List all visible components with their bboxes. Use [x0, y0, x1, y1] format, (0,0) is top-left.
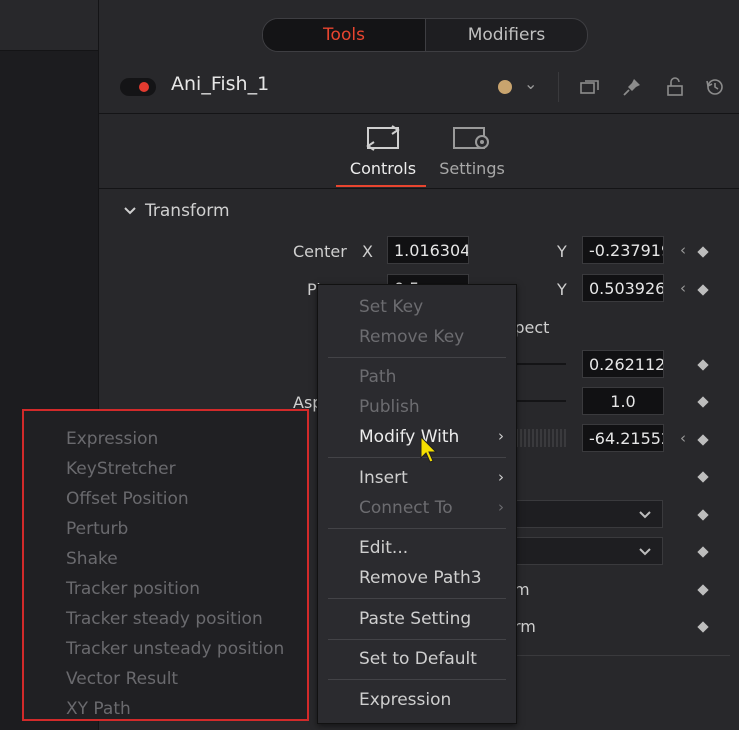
chevron-right-icon: ›: [498, 427, 504, 445]
flatten-transform-label: rm: [514, 617, 536, 636]
tool-color-swatch[interactable]: [498, 80, 512, 94]
menu-item-remove-path3[interactable]: Remove Path3: [359, 568, 482, 588]
size-slider[interactable]: [516, 363, 566, 365]
tab-settings[interactable]: Settings: [432, 120, 512, 186]
submenu-item-offset-position[interactable]: Offset Position: [66, 489, 189, 509]
menu-separator: [328, 679, 506, 680]
menu-item-paste-setting[interactable]: Paste Setting: [359, 609, 471, 629]
center-x-field[interactable]: 1.016304: [387, 236, 469, 264]
menu-separator: [328, 598, 506, 599]
menu-item-remove-key[interactable]: Remove Key: [359, 327, 464, 347]
tab-settings-label: Settings: [439, 159, 505, 178]
menu-item-connect-to[interactable]: Connect To: [359, 498, 453, 518]
settings-icon: [453, 127, 489, 149]
filter-dropdown[interactable]: [514, 537, 663, 565]
chevron-down-icon: [639, 548, 651, 556]
tab-controls-label: Controls: [349, 159, 417, 178]
menu-item-insert[interactable]: Insert: [359, 468, 408, 488]
controls-icon: [366, 125, 400, 151]
tool-name: Ani_Fish_1: [171, 73, 270, 95]
record-toggle-icon[interactable]: [120, 78, 156, 96]
center-y-field[interactable]: -0.237919: [582, 236, 664, 264]
angle-thumbwheel[interactable]: [516, 429, 566, 447]
keyframe-prev-icon[interactable]: ‹: [680, 429, 686, 447]
edges-dropdown[interactable]: [514, 500, 663, 528]
tab-controls[interactable]: Controls: [340, 120, 426, 186]
menu-item-set-key[interactable]: Set Key: [359, 297, 423, 317]
menu-separator: [328, 528, 506, 529]
center-y-label: Y: [557, 242, 567, 261]
menu-item-set-to-default[interactable]: Set to Default: [359, 649, 477, 669]
menu-separator: [328, 357, 506, 358]
submenu-item-tracker-unsteady-position[interactable]: Tracker unsteady position: [66, 639, 284, 659]
menu-item-modify-with[interactable]: Modify With: [359, 427, 459, 447]
reset-icon[interactable]: [704, 76, 726, 98]
submenu-item-vector-result[interactable]: Vector Result: [66, 669, 178, 689]
keyframe-prev-icon[interactable]: ‹: [680, 279, 686, 297]
menu-item-publish[interactable]: Publish: [359, 397, 420, 417]
submenu-item-shake[interactable]: Shake: [66, 549, 118, 569]
mouse-cursor-icon: [420, 436, 438, 463]
section-title: Transform: [145, 201, 230, 221]
context-menu: Set Key Remove Key Path Publish Modify W…: [317, 284, 517, 724]
section-transform[interactable]: Transform: [123, 201, 230, 221]
modify-with-submenu: Expression KeyStretcher Offset Position …: [22, 409, 309, 721]
center-x-label: X: [362, 242, 373, 261]
center-label: Center: [293, 242, 347, 261]
pivot-y-label: Y: [557, 280, 567, 299]
menu-item-expression[interactable]: Expression: [359, 690, 451, 710]
chevron-right-icon: ›: [498, 498, 504, 516]
chevron-right-icon: ›: [498, 468, 504, 486]
tab-modifiers[interactable]: Modifiers: [426, 19, 587, 51]
submenu-item-perturb[interactable]: Perturb: [66, 519, 128, 539]
aspect-slider[interactable]: [516, 400, 566, 402]
header-divider-line: [98, 113, 739, 114]
versions-icon[interactable]: [579, 76, 601, 98]
submenu-item-keystretcher[interactable]: KeyStretcher: [66, 459, 176, 479]
submenu-item-tracker-position[interactable]: Tracker position: [66, 579, 200, 599]
submenu-item-expression[interactable]: Expression: [66, 429, 158, 449]
menu-item-edit[interactable]: Edit...: [359, 538, 408, 558]
submenu-item-tracker-steady-position[interactable]: Tracker steady position: [66, 609, 263, 629]
chevron-down-icon: [639, 511, 651, 519]
header-divider: [558, 72, 559, 102]
menu-item-path[interactable]: Path: [359, 367, 396, 387]
pin-icon[interactable]: [621, 76, 643, 98]
tools-modifiers-toggle: Tools Modifiers: [262, 18, 588, 52]
submenu-item-xy-path[interactable]: XY Path: [66, 699, 131, 719]
angle-field[interactable]: -64.21552: [582, 424, 664, 452]
aspect-field[interactable]: 1.0: [582, 387, 664, 415]
left-panel-header: [0, 0, 98, 51]
keyframe-prev-icon[interactable]: ‹: [680, 241, 686, 259]
chevron-down-icon: [123, 201, 137, 221]
lock-icon[interactable]: [664, 76, 686, 98]
pivot-y-field[interactable]: 0.503926: [582, 274, 664, 302]
menu-separator: [328, 639, 506, 640]
chevron-down-icon[interactable]: ⌄: [524, 74, 537, 93]
size-field[interactable]: 0.262112: [582, 350, 664, 378]
active-tab-underline: [336, 185, 426, 187]
section-divider: [515, 655, 730, 656]
tab-tools[interactable]: Tools: [263, 19, 426, 51]
tabs-divider-line: [98, 188, 739, 189]
menu-separator: [328, 457, 506, 458]
